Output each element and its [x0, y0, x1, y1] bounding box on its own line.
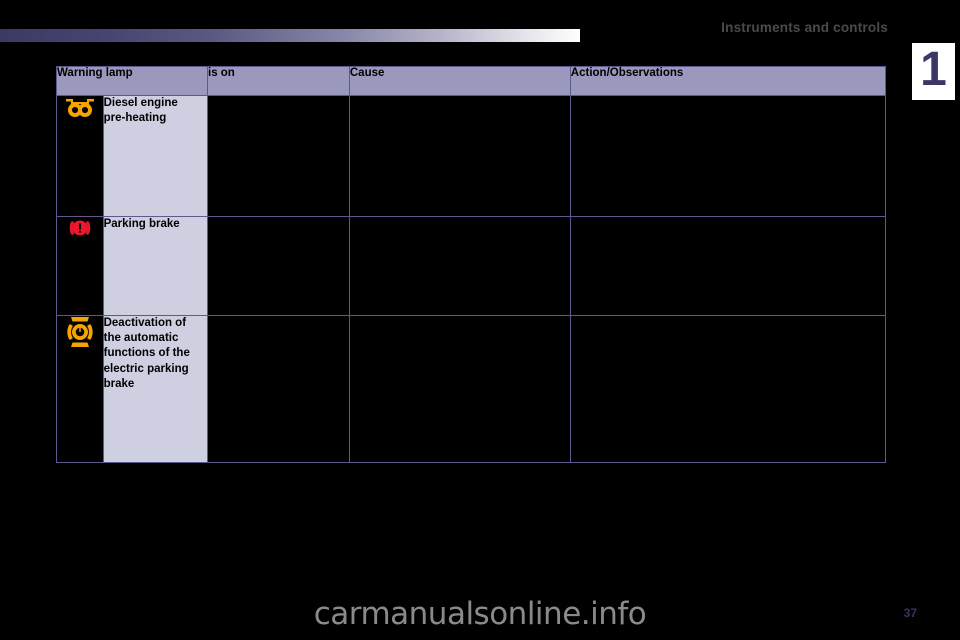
- electric-parking-brake-auto-off-icon: [67, 317, 93, 347]
- cause-cell: [348, 95, 571, 217]
- warning-lamp-icon-cell: [56, 95, 104, 217]
- warning-lamp-label-line: the automatic: [103, 332, 179, 345]
- warning-lamp-icon-cell: [56, 216, 104, 316]
- table-row: Diesel engine pre-heating: [56, 95, 887, 217]
- is-on-cell: [207, 216, 350, 316]
- table-row: Parking brake: [56, 216, 887, 316]
- warning-lamp-icon-cell: [56, 315, 104, 463]
- column-header-cause: Cause: [348, 66, 571, 96]
- column-header-is-on: is on: [207, 66, 350, 96]
- warning-lamp-label-line: electric parking: [103, 362, 189, 375]
- table-header-row: Warning lamp is on Cause Action/Observat…: [56, 66, 887, 96]
- warning-lamp-label-line: brake: [103, 377, 135, 390]
- column-header-action-observations: Action/Observations: [569, 66, 887, 96]
- parking-brake-icon: [69, 220, 91, 236]
- warning-lamp-table-wrapper: Warning lamp is on Cause Action/Observat…: [56, 66, 887, 463]
- action-cell: [569, 315, 887, 463]
- chapter-badge: 1: [912, 43, 955, 100]
- diesel-preheating-glowplug-icon: [65, 99, 94, 117]
- warning-lamp-name-cell: Parking brake: [102, 216, 209, 316]
- warning-lamp-label-line: pre-heating: [103, 112, 167, 125]
- warning-lamp-table: Warning lamp is on Cause Action/Observat…: [56, 66, 887, 463]
- is-on-cell: [207, 315, 350, 463]
- header-gradient-bar: [0, 29, 580, 42]
- warning-lamp-label-line: functions of the: [103, 347, 190, 360]
- action-cell: [569, 95, 887, 217]
- warning-lamp-name-cell: Diesel engine pre-heating: [102, 95, 209, 217]
- page-title: Instruments and controls: [721, 20, 888, 35]
- warning-lamp-label-line: Parking brake: [103, 218, 180, 230]
- action-cell: [569, 216, 887, 316]
- warning-lamp-name-cell: Deactivation of the automatic functions …: [102, 315, 209, 463]
- warning-lamp-label-line: Deactivation of: [103, 317, 187, 329]
- table-row: Deactivation of the automatic functions …: [56, 315, 887, 463]
- warning-lamp-label-line: Diesel engine: [103, 97, 178, 109]
- site-watermark: carmanualsonline.info: [313, 596, 647, 632]
- column-header-warning-lamp: Warning lamp: [56, 66, 208, 96]
- is-on-cell: [207, 95, 350, 217]
- chapter-number: 1: [920, 43, 947, 96]
- cause-cell: [348, 216, 571, 316]
- manual-page: Instruments and controls 1 Warning lamp …: [0, 0, 960, 640]
- cause-cell: [348, 315, 571, 463]
